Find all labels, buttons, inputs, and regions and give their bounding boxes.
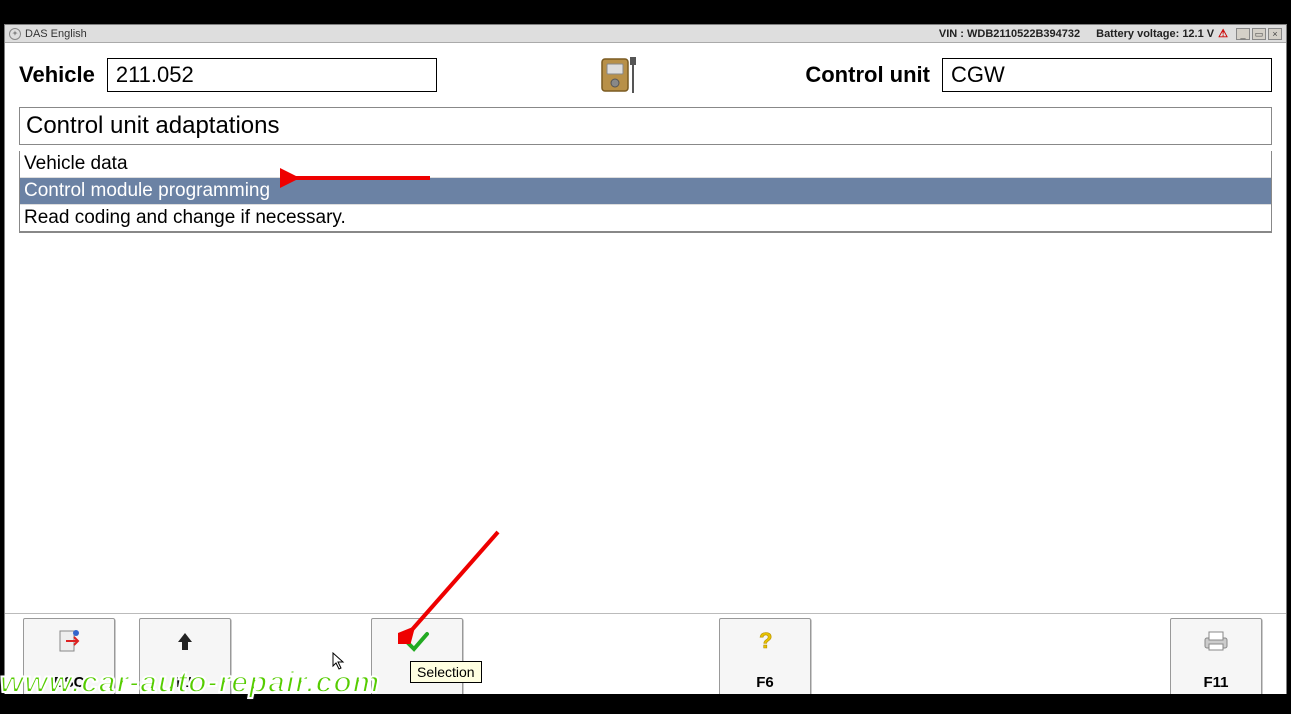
svg-text:?: ?: [759, 628, 772, 653]
vehicle-field: 211.052: [107, 58, 437, 92]
printer-icon: [1202, 627, 1230, 655]
battery-warn-icon: ⚠: [1218, 27, 1228, 40]
app-title: DAS English: [25, 28, 87, 40]
maximize-button[interactable]: ▭: [1252, 28, 1266, 40]
adaptation-list: Vehicle data Control module programming …: [19, 151, 1272, 233]
vin-info: VIN : WDB2110522B394732: [939, 28, 1080, 40]
f6-button[interactable]: ? F6: [719, 618, 811, 698]
checkmark-icon: [404, 627, 430, 655]
content-area: Vehicle 211.052 Control unit CGW Control…: [5, 43, 1286, 697]
titlebar: ✦ DAS English VIN : WDB2110522B394732 Ba…: [5, 25, 1286, 43]
close-button[interactable]: ×: [1268, 28, 1282, 40]
list-item-read-coding[interactable]: Read coding and change if necessary.: [20, 205, 1271, 232]
watermark: www.car-auto-repair.com: [0, 666, 380, 700]
f11-label: F11: [1203, 674, 1228, 691]
list-item-vehicle-data[interactable]: Vehicle data: [20, 151, 1271, 178]
page-title: Control unit adaptations: [26, 112, 1265, 140]
f3-button[interactable]: Selection: [371, 618, 463, 698]
multiplexer-icon: [449, 53, 794, 97]
control-unit-field: CGW: [942, 58, 1272, 92]
f6-label: F6: [756, 674, 774, 691]
minimize-button[interactable]: _: [1236, 28, 1250, 40]
f11-button[interactable]: F11: [1170, 618, 1262, 698]
vehicle-label: Vehicle: [19, 62, 95, 88]
mercedes-logo-icon: ✦: [9, 28, 21, 40]
control-unit-label: Control unit: [805, 62, 930, 88]
app-window: ✦ DAS English VIN : WDB2110522B394732 Ba…: [4, 24, 1287, 698]
exit-door-icon: [56, 627, 82, 655]
help-icon: ?: [753, 627, 777, 655]
list-item-control-module-programming[interactable]: Control module programming: [20, 178, 1271, 205]
up-arrow-icon: [174, 627, 196, 655]
f3-tooltip: Selection: [410, 661, 482, 683]
battery-info: Battery voltage: 12.1 V: [1096, 28, 1214, 40]
page-title-box: Control unit adaptations: [19, 107, 1272, 145]
